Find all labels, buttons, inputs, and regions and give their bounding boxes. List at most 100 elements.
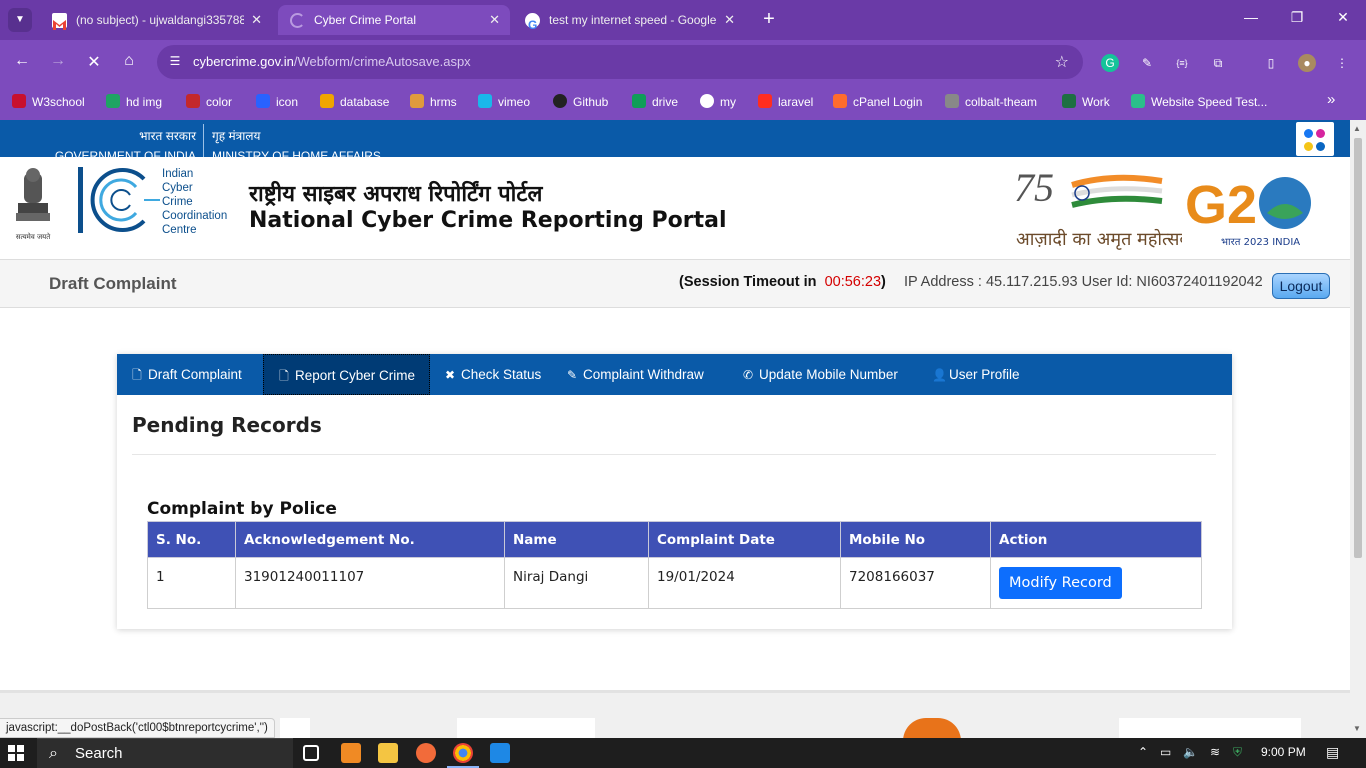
bookmark-item[interactable]: color [186,94,232,109]
column-header: Acknowledgement No. [235,521,505,558]
nav-report-cyber-crime[interactable]: 🗋 Report Cyber Crime [263,354,431,395]
nav-user-profile[interactable]: 👤 User Profile [918,354,1034,395]
site-info-icon[interactable]: ☰ [167,54,183,70]
url-text[interactable]: cybercrime.gov.in/Webform/crimeAutosave.… [193,54,471,69]
bookmark-item[interactable]: drive [632,94,678,109]
bookmark-item[interactable]: laravel [758,94,813,109]
close-icon[interactable]: ✕ [724,5,735,35]
postman-icon[interactable] [416,743,436,763]
azadi-ka-amrit-mahotsav-logo: 75 आज़ादी का अमृत महोत्सव [1014,165,1182,250]
battery-icon[interactable]: ▭ [1160,745,1171,759]
task-view-icon[interactable] [303,745,319,761]
scrollbar-thumb[interactable] [1354,138,1362,558]
nav-complaint-withdraw[interactable]: ✎ Complaint Withdraw [552,354,718,395]
bookmark-item[interactable]: colbalt-theam [945,94,1037,109]
browser-tab-strip: ▼ (no subject) - ujwaldangi335788 ✕ Cybe… [0,0,1366,40]
close-icon[interactable]: ✕ [489,5,500,35]
volume-icon[interactable]: 🔈 [1183,745,1198,759]
avatar[interactable]: ● [1298,54,1316,72]
tab-google-search[interactable]: G test my internet speed - Google ✕ [513,5,745,35]
bookmark-item[interactable]: my [700,94,736,109]
json-extension-icon[interactable]: {≡} [1173,54,1191,72]
modify-record-button[interactable]: Modify Record [999,567,1122,599]
portal-title-english: National Cyber Crime Reporting Portal [249,208,727,233]
user-icon: 👤 [932,368,947,382]
bookmark-star-icon[interactable]: ☆ [1055,52,1069,72]
xampp-icon[interactable] [341,743,361,763]
restore-button[interactable]: ❐ [1287,9,1307,26]
extensions-icon[interactable]: ⧉ [1209,54,1227,72]
home-button[interactable]: ⌂ [117,52,141,70]
menu-kebab-icon[interactable]: ⋮ [1333,54,1351,72]
nav-check-status[interactable]: ✖ Check Status [430,354,555,395]
nav-update-mobile-number[interactable]: ✆ Update Mobile Number [728,354,912,395]
side-panel-icon[interactable]: ▯ [1262,54,1280,72]
tab-gmail[interactable]: (no subject) - ujwaldangi335788 ✕ [40,5,272,35]
bookmark-item[interactable]: W3school [12,94,85,109]
back-button[interactable]: ← [10,52,34,70]
bookmark-item[interactable]: Github [553,94,608,109]
forward-button[interactable]: → [46,52,70,70]
partner-logo [457,718,595,738]
minimize-button[interactable]: — [1241,9,1261,25]
file-icon: 🗋 [132,368,142,382]
national-emblem-icon: सत्यमेव जयते [16,168,51,241]
linkedin-icon[interactable] [1316,142,1325,151]
nav-draft-complaint[interactable]: 🗋 Draft Complaint [117,354,256,395]
security-shield-icon[interactable]: ⛨ [1233,745,1242,760]
new-tab-button[interactable]: + [758,8,780,30]
scroll-down-icon[interactable]: ▼ [1353,724,1361,733]
logout-button[interactable]: Logout [1272,273,1330,299]
google-icon: G [525,13,540,32]
bookmark-item[interactable]: icon [256,94,298,109]
ministry-hi-text: गृह मंत्रालय [212,129,261,143]
tab-search-button[interactable]: ▼ [8,8,32,32]
page-scrollbar[interactable]: ▲ ▼ [1350,120,1366,738]
section-title: Pending Records [132,413,322,437]
windows-start-icon[interactable] [8,745,24,761]
bookmark-icon [186,94,200,108]
stop-icon[interactable]: ✕ [82,52,106,72]
bookmark-item[interactable]: hrms [410,94,457,109]
cell-mobile: 7208166037 [840,557,991,609]
address-bar[interactable]: ☰ cybercrime.gov.in/Webform/crimeAutosav… [157,45,1083,79]
bookmark-item[interactable]: hd img [106,94,162,109]
bookmark-item[interactable]: database [320,94,389,109]
tab-title: test my internet speed - Google [549,13,717,27]
wifi-icon[interactable]: ≋ [1210,745,1220,759]
column-header: Name [504,521,649,558]
eyedropper-extension-icon[interactable]: ✎ [1138,54,1156,72]
chevron-up-icon[interactable]: ⌃ [1138,745,1148,759]
times-icon: ✖ [444,368,456,382]
more-bookmarks-icon[interactable]: » [1327,91,1335,108]
session-bar: Draft Complaint (Session Timeout in 00:5… [0,260,1350,308]
bookmark-icon [320,94,334,108]
column-header: Complaint Date [648,521,841,558]
divider [203,124,204,158]
file-explorer-icon[interactable] [378,743,398,763]
grammarly-extension-icon[interactable]: G [1101,54,1119,72]
chrome-icon[interactable] [447,743,479,768]
vscode-icon[interactable] [490,743,510,763]
koo-icon[interactable] [1304,142,1313,151]
scroll-up-icon[interactable]: ▲ [1353,124,1361,133]
pending-records-table: S. No. Acknowledgement No. Name Complain… [147,521,1202,609]
bookmark-item[interactable]: cPanel Login [833,94,922,109]
tab-title: (no subject) - ujwaldangi335788 [76,13,244,27]
session-timeout: (Session Timeout in 00:56:23) [679,274,886,290]
instagram-icon[interactable] [1316,129,1325,138]
notification-icon[interactable]: ▤ [1326,744,1339,761]
bookmark-item[interactable]: Work [1062,94,1110,109]
taskbar-clock[interactable]: 9:00 PM [1261,745,1306,759]
tab-cyber-crime-portal[interactable]: Cyber Crime Portal ✕ [278,5,510,35]
government-bar: भारत सरकार GOVERNMENT OF INDIA गृह मंत्र… [0,120,1350,163]
close-icon[interactable]: ✕ [251,5,262,35]
bookmark-item[interactable]: Website Speed Test... [1131,94,1267,109]
cell-sno: 1 [147,557,236,609]
taskbar-search[interactable]: ⌕ Search [37,738,293,768]
social-icons [1296,122,1334,156]
facebook-icon[interactable] [1304,129,1313,138]
search-icon: ⌕ [49,745,58,762]
window-close-button[interactable]: ✕ [1333,9,1353,26]
bookmark-item[interactable]: vimeo [478,94,530,109]
